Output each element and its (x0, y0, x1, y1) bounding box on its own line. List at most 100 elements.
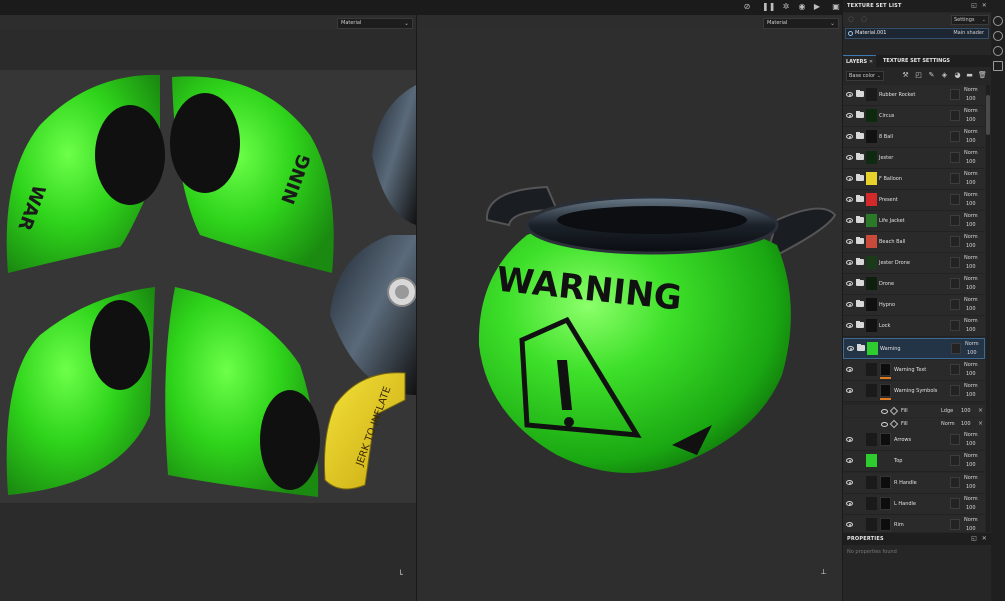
layer-mask-thumbnail[interactable] (880, 384, 891, 397)
close-tab-icon[interactable]: ✕ (869, 59, 873, 65)
texture-set-visibility-icon[interactable] (848, 31, 853, 36)
layer-mask-slot[interactable] (951, 343, 961, 354)
tab-texture-set-settings[interactable]: TEXTURE SET SETTINGS (880, 55, 953, 67)
layer-opacity[interactable]: 100 (966, 285, 976, 291)
layer-mask-thumbnail[interactable] (880, 497, 891, 510)
eye-icon[interactable] (846, 155, 853, 160)
delete-layer-icon[interactable]: 🗑 (978, 71, 987, 80)
layer-row[interactable]: Drone Norm 100 (843, 274, 985, 295)
folder-open-icon[interactable] (857, 344, 865, 351)
effect-opacity[interactable]: 100 (961, 408, 971, 414)
layer-mask-thumbnail[interactable] (880, 518, 891, 531)
eye-icon[interactable] (846, 260, 853, 265)
folder-icon[interactable] (856, 90, 864, 97)
eye-icon[interactable] (881, 422, 888, 427)
layer-row[interactable]: F Balloon Norm 100 (843, 169, 985, 190)
layer-opacity[interactable]: 100 (966, 201, 976, 207)
layer-row[interactable]: R Handle Norm 100 (843, 473, 985, 494)
layer-opacity[interactable]: 100 (966, 505, 976, 511)
layer-blend-mode[interactable]: Norm (964, 87, 978, 93)
layer-opacity[interactable]: 100 (966, 243, 976, 249)
layer-opacity[interactable]: 100 (966, 306, 976, 312)
layer-opacity[interactable]: 100 (967, 350, 977, 356)
eye-icon[interactable] (846, 92, 853, 97)
camera-off-icon[interactable]: ⊘ (742, 2, 752, 12)
layer-row[interactable]: Top Norm 100 (843, 451, 985, 472)
layer-row[interactable]: Rubber Rocket Norm 100 (843, 85, 985, 106)
layer-opacity[interactable]: 100 (966, 222, 976, 228)
layer-mask-slot[interactable] (950, 173, 960, 184)
eye-icon[interactable] (846, 458, 853, 463)
eye-icon[interactable] (846, 113, 853, 118)
layer-row[interactable]: L Handle Norm 100 (843, 494, 985, 515)
settings-dropdown[interactable]: Settings ⌄ (951, 15, 989, 25)
layer-row[interactable]: Arrows Norm 100 (843, 430, 985, 451)
layer-mask-thumbnail[interactable] (880, 476, 891, 489)
layer-mask-thumbnail[interactable] (880, 363, 891, 376)
eye-icon[interactable] (846, 388, 853, 393)
layer-mask-slot[interactable] (950, 320, 960, 331)
layer-mask-thumbnail[interactable] (880, 433, 891, 446)
layer-mask-slot[interactable] (950, 364, 960, 375)
add-folder-icon[interactable]: ▬ (965, 71, 974, 80)
effect-opacity[interactable]: 100 (961, 421, 971, 427)
folder-icon[interactable] (856, 132, 864, 139)
layer-row[interactable]: Life Jacket Norm 100 (843, 211, 985, 232)
folder-icon[interactable] (856, 258, 864, 265)
undock-icon[interactable]: ◱ (971, 533, 977, 545)
layer-opacity[interactable]: 100 (966, 462, 976, 468)
layer-row[interactable]: Rim Norm 100 (843, 515, 985, 532)
layer-mask-slot[interactable] (950, 498, 960, 509)
paint-layer-icon[interactable]: ✎ (927, 71, 936, 80)
eye-icon[interactable] (846, 501, 853, 506)
layer-mask-slot[interactable] (950, 89, 960, 100)
layer-mask-slot[interactable] (950, 215, 960, 226)
layer-row[interactable]: Warning Text Norm 100 (843, 360, 985, 381)
add-effect-icon[interactable]: ⚒ (901, 71, 910, 80)
layer-blend-mode[interactable]: Norm (964, 234, 978, 240)
layer-blend-mode[interactable]: Norm (964, 171, 978, 177)
viewport-2d[interactable]: Material ⌄ WAR NING JERK TO INFLATE └ (0, 15, 416, 601)
scrollbar-thumb[interactable] (986, 95, 990, 135)
layer-opacity[interactable]: 100 (966, 371, 976, 377)
history-icon[interactable] (993, 46, 1003, 56)
screenshot-icon[interactable]: ▣ (831, 2, 841, 12)
layer-opacity[interactable]: 100 (966, 138, 976, 144)
texture-set-list-icon[interactable] (993, 16, 1003, 26)
layer-mask-slot[interactable] (950, 519, 960, 530)
layer-row[interactable]: Beach Ball Norm 100 (843, 232, 985, 253)
eye-icon[interactable] (846, 302, 853, 307)
tab-layers[interactable]: LAYERS ✕ (843, 55, 877, 67)
eye-icon[interactable] (846, 134, 853, 139)
eye-icon[interactable] (847, 346, 854, 351)
layer-mask-slot[interactable] (950, 299, 960, 310)
visibility-icon[interactable]: ◌ (848, 15, 854, 23)
layer-row-selected[interactable]: Warning Norm 100 (843, 338, 985, 359)
eye-icon[interactable] (846, 323, 853, 328)
layer-row[interactable]: Jester Drone Norm 100 (843, 253, 985, 274)
effect-row[interactable]: Fill Ldge 100 × (843, 405, 985, 417)
layer-mask-slot[interactable] (950, 455, 960, 466)
layer-blend-mode[interactable]: Norm (964, 362, 978, 368)
layer-opacity[interactable]: 100 (966, 159, 976, 165)
folder-icon[interactable] (856, 153, 864, 160)
eye-toggle-icon[interactable]: ◌ (861, 15, 867, 23)
fill-layer-icon[interactable]: ◈ (940, 71, 949, 80)
layer-row[interactable]: Hypno Norm 100 (843, 295, 985, 316)
layer-row[interactable]: Present Norm 100 (843, 190, 985, 211)
layer-blend-mode[interactable]: Norm (964, 453, 978, 459)
layer-blend-mode[interactable]: Norm (964, 129, 978, 135)
layer-opacity[interactable]: 100 (966, 96, 976, 102)
layer-mask-slot[interactable] (950, 152, 960, 163)
texture-set-item[interactable]: Material.001 Main shader (845, 28, 989, 39)
layer-blend-mode[interactable]: Norm (964, 383, 978, 389)
close-icon[interactable]: ✕ (982, 533, 987, 545)
eye-icon[interactable] (846, 218, 853, 223)
close-icon[interactable]: ✕ (982, 0, 987, 12)
layer-mask-slot[interactable] (950, 385, 960, 396)
layer-row[interactable]: Lock Norm 100 (843, 316, 985, 337)
pause-icon[interactable]: ❚❚ (762, 2, 775, 12)
layer-mask-slot[interactable] (950, 194, 960, 205)
folder-icon[interactable] (856, 237, 864, 244)
eye-icon[interactable] (846, 367, 853, 372)
